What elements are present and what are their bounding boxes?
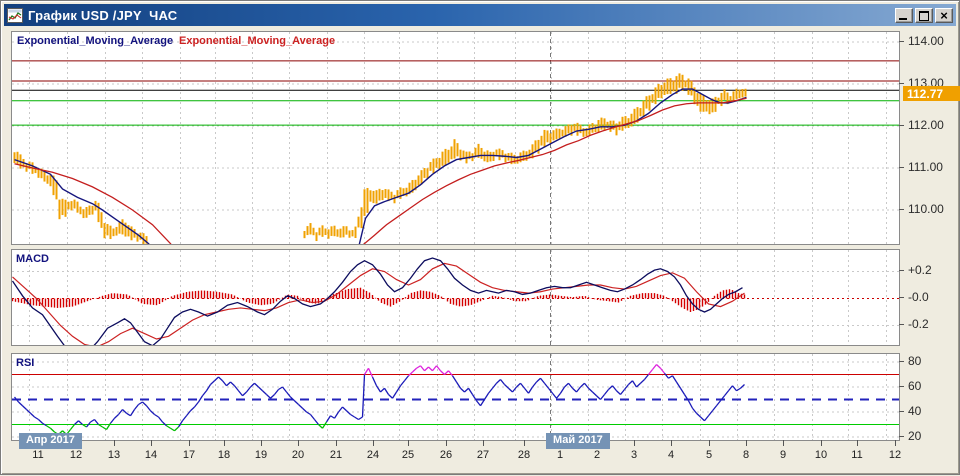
x-axis-tick [446, 440, 447, 446]
rsi-plot[interactable]: RSI [11, 353, 900, 441]
rsi-axis-label: 80 [908, 354, 922, 368]
price-axis: 114.00 113.00 112.00 111.00 110.00 +0.2 -0.0 -0… [899, 1, 958, 476]
x-axis-day-label: 18 [217, 449, 231, 461]
x-axis-day-label: 21 [329, 449, 343, 461]
price-axis-tick [899, 83, 904, 84]
x-axis-day-label: 19 [254, 449, 268, 461]
x-axis: 11 12 13 14 17 18 19 20 21 24 25 26 27 28 1 2 3 4 5 8 9 10 11 1… [11, 449, 911, 467]
x-axis-tick [298, 440, 299, 446]
x-axis-day-label: 11 [851, 449, 863, 461]
x-axis-day-label: 3 [630, 449, 638, 461]
x-axis-day-label: 14 [144, 449, 158, 461]
x-axis-tick [224, 440, 225, 446]
x-axis-day-label: 1 [556, 449, 564, 461]
ema-fast-label: Exponential_Moving_Average [17, 35, 174, 47]
x-axis-day-label: 2 [593, 449, 601, 461]
x-axis-day-label: 12 [888, 449, 902, 461]
x-axis-tick [408, 440, 409, 446]
macd-plot[interactable]: MACD [11, 249, 900, 346]
x-axis-tick [189, 440, 190, 446]
macd-axis-label: -0.2 [908, 317, 929, 331]
rsi-axis-tick [899, 436, 904, 437]
macd-axis-label: +0.2 [908, 263, 932, 277]
price-axis-label: 111.00 [908, 160, 943, 174]
x-axis-day-label: 8 [742, 449, 750, 461]
x-axis-day-label: 26 [439, 449, 453, 461]
x-axis-tick [524, 440, 525, 446]
month-badge-may: Май 2017 [546, 433, 610, 449]
price-axis-tick [899, 41, 904, 42]
x-axis-day-label: 27 [476, 449, 490, 461]
x-axis-tick [895, 440, 896, 446]
x-axis-tick [634, 440, 635, 446]
x-axis-tick [114, 440, 115, 446]
x-axis-day-label: 20 [291, 449, 305, 461]
macd-axis-tick [899, 297, 904, 298]
x-axis-tick [821, 440, 822, 446]
price-axis-tick [899, 209, 904, 210]
price-axis-label: 114.00 [908, 34, 944, 48]
rsi-axis-label: 60 [908, 379, 922, 393]
rsi-axis-label: 40 [908, 404, 922, 418]
month-badge-april: Апр 2017 [19, 433, 82, 449]
macd-axis-label: -0.0 [908, 290, 929, 304]
x-axis-tick [783, 440, 784, 446]
x-axis-ticks [11, 440, 911, 447]
x-axis-day-label: 28 [517, 449, 531, 461]
x-axis-day-label: 10 [814, 449, 828, 461]
ema-slow-label: Exponential_Moving_Average [179, 35, 336, 47]
chart-icon [7, 7, 23, 23]
titlebar[interactable]: График USD /JPY ЧАС × [4, 4, 956, 26]
app-window: График USD /JPY ЧАС × Exponential_Moving… [0, 0, 960, 475]
rsi-axis-tick [899, 386, 904, 387]
x-axis-tick [857, 440, 858, 446]
x-axis-tick [483, 440, 484, 446]
price-axis-label: 110.00 [908, 202, 944, 216]
x-axis-tick [261, 440, 262, 446]
window-title: График USD /JPY ЧАС [28, 7, 178, 23]
x-axis-tick [373, 440, 374, 446]
x-axis-tick [336, 440, 337, 446]
price-axis-tick [899, 167, 904, 168]
x-axis-tick [746, 440, 747, 446]
x-axis-day-label: 13 [107, 449, 121, 461]
macd-label: MACD [16, 253, 49, 265]
x-axis-day-label: 5 [705, 449, 713, 461]
main-chart-plot[interactable]: Exponential_Moving_Average Exponential_M… [11, 31, 900, 245]
price-axis-tick [899, 125, 904, 126]
rsi-axis-tick [899, 411, 904, 412]
x-axis-day-label: 17 [182, 449, 196, 461]
x-axis-day-label: 12 [69, 449, 83, 461]
current-price-badge: 112.77 [903, 86, 960, 101]
price-axis-label: 112.00 [908, 118, 944, 132]
macd-axis-tick [899, 324, 904, 325]
macd-axis-tick [899, 270, 904, 271]
rsi-label: RSI [16, 357, 35, 369]
x-axis-day-label: 4 [667, 449, 675, 461]
x-axis-day-label: 25 [401, 449, 415, 461]
x-axis-tick [151, 440, 152, 446]
x-axis-day-label: 9 [779, 449, 787, 461]
x-axis-tick [671, 440, 672, 446]
x-axis-day-label: 11 [32, 449, 44, 461]
x-axis-day-label: 24 [366, 449, 380, 461]
x-axis-tick [709, 440, 710, 446]
rsi-axis-tick [899, 361, 904, 362]
